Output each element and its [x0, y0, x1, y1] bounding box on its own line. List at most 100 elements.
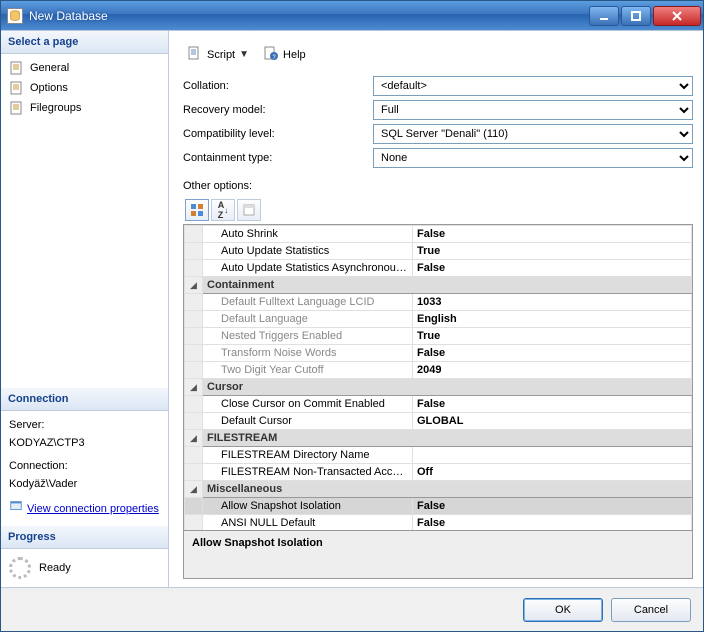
- view-connection-properties-link[interactable]: View connection properties: [9, 499, 159, 520]
- property-table: Auto ShrinkFalse Auto Update StatisticsT…: [184, 225, 692, 530]
- window-buttons: [589, 6, 703, 26]
- property-name: Default Cursor: [203, 413, 413, 430]
- property-value[interactable]: 1033: [413, 294, 692, 311]
- table-row[interactable]: ◢Containment: [185, 277, 692, 294]
- window-title: New Database: [29, 9, 589, 23]
- progress-spinner-icon: [9, 557, 31, 579]
- table-row[interactable]: Allow Snapshot IsolationFalse: [185, 498, 692, 515]
- table-row[interactable]: FILESTREAM Non-Transacted AccessOff: [185, 464, 692, 481]
- page-icon: [9, 60, 25, 76]
- help-label: Help: [283, 49, 306, 61]
- help-button[interactable]: ? Help: [259, 43, 310, 66]
- property-value[interactable]: False: [413, 345, 692, 362]
- recovery-select[interactable]: Full: [373, 100, 693, 120]
- toolbar: Script ▼ ? Help: [183, 39, 693, 76]
- table-row[interactable]: Nested Triggers EnabledTrue: [185, 328, 692, 345]
- row-gutter: [185, 447, 203, 464]
- table-row[interactable]: Auto ShrinkFalse: [185, 226, 692, 243]
- property-name: Auto Update Statistics: [203, 243, 413, 260]
- property-value[interactable]: True: [413, 328, 692, 345]
- table-row[interactable]: ◢Cursor: [185, 379, 692, 396]
- row-gutter: [185, 311, 203, 328]
- table-row[interactable]: Auto Update Statistics AsynchronouslyFal…: [185, 260, 692, 277]
- collapse-toggle[interactable]: ◢: [185, 277, 203, 294]
- category-label: Containment: [203, 277, 692, 294]
- row-gutter: [185, 515, 203, 531]
- property-name: Close Cursor on Commit Enabled: [203, 396, 413, 413]
- row-gutter: [185, 345, 203, 362]
- left-panel: Select a page General Options Filegroups…: [1, 31, 169, 587]
- dialog-footer: OK Cancel: [1, 587, 703, 631]
- minimize-button[interactable]: [589, 6, 619, 26]
- property-value[interactable]: English: [413, 311, 692, 328]
- table-row[interactable]: Auto Update StatisticsTrue: [185, 243, 692, 260]
- property-value[interactable]: False: [413, 260, 692, 277]
- table-row[interactable]: Two Digit Year Cutoff2049: [185, 362, 692, 379]
- page-icon: [9, 100, 25, 116]
- page-item-options[interactable]: Options: [6, 78, 163, 98]
- property-value[interactable]: True: [413, 243, 692, 260]
- ok-button[interactable]: OK: [523, 598, 603, 622]
- server-label: Server:: [9, 417, 160, 435]
- recovery-label: Recovery model:: [183, 104, 373, 116]
- property-name: ANSI NULL Default: [203, 515, 413, 531]
- collapse-toggle[interactable]: ◢: [185, 430, 203, 447]
- alphabetical-button[interactable]: AZ↓: [211, 199, 235, 221]
- row-gutter: [185, 328, 203, 345]
- property-value[interactable]: [413, 447, 692, 464]
- table-row[interactable]: Transform Noise WordsFalse: [185, 345, 692, 362]
- property-name: Allow Snapshot Isolation: [203, 498, 413, 515]
- property-pages-button[interactable]: [237, 199, 261, 221]
- table-row[interactable]: ANSI NULL DefaultFalse: [185, 515, 692, 531]
- collapse-toggle[interactable]: ◢: [185, 379, 203, 396]
- property-name: Default Fulltext Language LCID: [203, 294, 413, 311]
- script-button[interactable]: Script ▼: [183, 43, 253, 66]
- property-description: Allow Snapshot Isolation: [184, 530, 692, 578]
- table-row[interactable]: Default CursorGLOBAL: [185, 413, 692, 430]
- row-gutter: [185, 362, 203, 379]
- contain-select[interactable]: None: [373, 148, 693, 168]
- link-icon: [9, 499, 23, 520]
- table-row[interactable]: ◢Miscellaneous: [185, 481, 692, 498]
- dialog-body: Select a page General Options Filegroups…: [1, 30, 703, 587]
- compat-select[interactable]: SQL Server "Denali" (110): [373, 124, 693, 144]
- cancel-button[interactable]: Cancel: [611, 598, 691, 622]
- category-label: Cursor: [203, 379, 692, 396]
- app-icon: [7, 8, 23, 24]
- titlebar[interactable]: New Database: [1, 1, 703, 30]
- category-label: FILESTREAM: [203, 430, 692, 447]
- table-row[interactable]: FILESTREAM Directory Name: [185, 447, 692, 464]
- row-gutter: [185, 413, 203, 430]
- compat-label: Compatibility level:: [183, 128, 373, 140]
- collation-select[interactable]: <default>: [373, 76, 693, 96]
- property-value[interactable]: 2049: [413, 362, 692, 379]
- dialog-window: New Database Select a page General Optio…: [0, 0, 704, 632]
- property-value[interactable]: False: [413, 396, 692, 413]
- server-value: KODYAZ\CTP3: [9, 435, 160, 453]
- row-gutter: [185, 464, 203, 481]
- table-row[interactable]: ◢FILESTREAM: [185, 430, 692, 447]
- help-icon: ?: [263, 45, 279, 64]
- progress-status: Ready: [39, 562, 71, 574]
- table-row[interactable]: Close Cursor on Commit EnabledFalse: [185, 396, 692, 413]
- property-value[interactable]: False: [413, 515, 692, 531]
- maximize-button[interactable]: [621, 6, 651, 26]
- property-value[interactable]: GLOBAL: [413, 413, 692, 430]
- property-name: Auto Update Statistics Asynchronously: [203, 260, 413, 277]
- property-value[interactable]: False: [413, 226, 692, 243]
- row-gutter: [185, 294, 203, 311]
- page-item-general[interactable]: General: [6, 58, 163, 78]
- property-value[interactable]: False: [413, 498, 692, 515]
- compat-row: Compatibility level: SQL Server "Denali"…: [183, 124, 693, 144]
- page-item-filegroups[interactable]: Filegroups: [6, 98, 163, 118]
- collapse-toggle[interactable]: ◢: [185, 481, 203, 498]
- property-name: Auto Shrink: [203, 226, 413, 243]
- grid-scroll[interactable]: Auto ShrinkFalse Auto Update StatisticsT…: [184, 225, 692, 530]
- table-row[interactable]: Default LanguageEnglish: [185, 311, 692, 328]
- grid-toolbar: AZ↓: [183, 196, 693, 224]
- categorized-button[interactable]: [185, 199, 209, 221]
- property-name: Two Digit Year Cutoff: [203, 362, 413, 379]
- property-value[interactable]: Off: [413, 464, 692, 481]
- table-row[interactable]: Default Fulltext Language LCID1033: [185, 294, 692, 311]
- close-button[interactable]: [653, 6, 701, 26]
